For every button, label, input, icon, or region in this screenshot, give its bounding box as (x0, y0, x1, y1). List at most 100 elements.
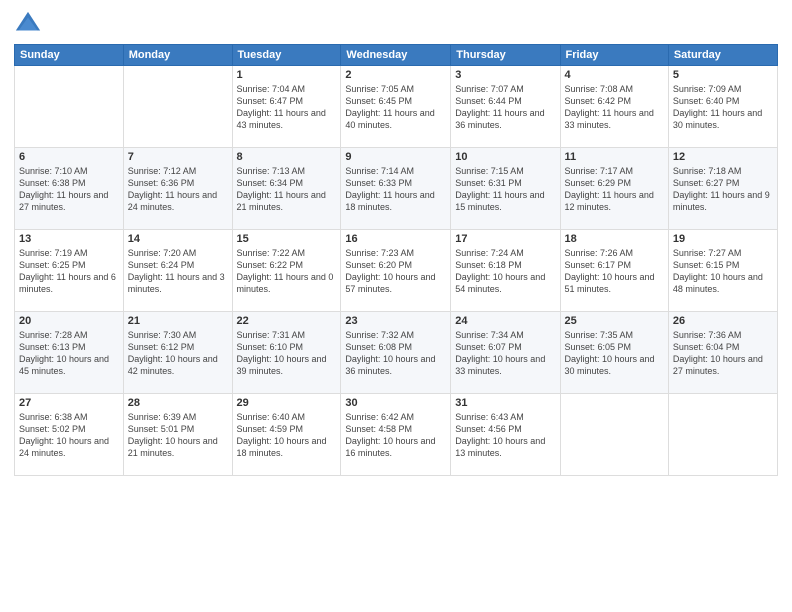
calendar-cell: 20 Sunrise: 7:28 AM Sunset: 6:13 PM Dayli… (15, 312, 124, 394)
calendar-cell: 19 Sunrise: 7:27 AM Sunset: 6:15 PM Dayli… (668, 230, 777, 312)
logo-icon (14, 10, 42, 38)
day-info: Sunrise: 7:10 AM Sunset: 6:38 PM Dayligh… (19, 165, 119, 214)
page-container: SundayMondayTuesdayWednesdayThursdayFrid… (0, 0, 792, 484)
day-info: Sunrise: 6:39 AM Sunset: 5:01 PM Dayligh… (128, 411, 228, 460)
calendar-cell: 25 Sunrise: 7:35 AM Sunset: 6:05 PM Dayli… (560, 312, 668, 394)
calendar-cell: 15 Sunrise: 7:22 AM Sunset: 6:22 PM Dayli… (232, 230, 341, 312)
day-number: 15 (237, 233, 337, 245)
calendar-cell: 7Sunrise: 7:12 AM Sunset: 6:36 PM Daylig… (123, 148, 232, 230)
calendar-cell: 16 Sunrise: 7:23 AM Sunset: 6:20 PM Dayli… (341, 230, 451, 312)
day-number: 29 (237, 397, 337, 409)
day-info: Sunrise: 7:27 AM Sunset: 6:15 PM Dayligh… (673, 247, 773, 296)
day-number: 2 (345, 69, 446, 81)
day-info: Sunrise: 7:13 AM Sunset: 6:34 PM Dayligh… (237, 165, 337, 214)
day-info: Sunrise: 7:08 AM Sunset: 6:42 PM Dayligh… (565, 83, 664, 132)
day-info: Sunrise: 6:40 AM Sunset: 4:59 PM Dayligh… (237, 411, 337, 460)
calendar-cell (560, 394, 668, 476)
day-info: Sunrise: 7:07 AM Sunset: 6:44 PM Dayligh… (455, 83, 555, 132)
day-number: 30 (345, 397, 446, 409)
calendar-week-row: 27 Sunrise: 6:38 AM Sunset: 5:02 PM Dayli… (15, 394, 778, 476)
calendar-cell (668, 394, 777, 476)
day-info: Sunrise: 7:19 AM Sunset: 6:25 PM Dayligh… (19, 247, 119, 296)
calendar-cell: 6Sunrise: 7:10 AM Sunset: 6:38 PM Daylig… (15, 148, 124, 230)
day-number: 19 (673, 233, 773, 245)
day-info: Sunrise: 7:34 AM Sunset: 6:07 PM Dayligh… (455, 329, 555, 378)
day-number: 26 (673, 315, 773, 327)
calendar-cell: 26Sunrise: 7:36 AM Sunset: 6:04 PM Dayli… (668, 312, 777, 394)
day-number: 25 (565, 315, 664, 327)
day-info: Sunrise: 7:12 AM Sunset: 6:36 PM Dayligh… (128, 165, 228, 214)
calendar-week-row: 13 Sunrise: 7:19 AM Sunset: 6:25 PM Dayli… (15, 230, 778, 312)
day-info: Sunrise: 7:22 AM Sunset: 6:22 PM Dayligh… (237, 247, 337, 296)
day-info: Sunrise: 7:15 AM Sunset: 6:31 PM Dayligh… (455, 165, 555, 214)
calendar-cell: 10 Sunrise: 7:15 AM Sunset: 6:31 PM Dayli… (451, 148, 560, 230)
weekday-header: Thursday (451, 45, 560, 66)
calendar-cell: 1 Sunrise: 7:04 AM Sunset: 6:47 PM Daylig… (232, 66, 341, 148)
day-number: 16 (345, 233, 446, 245)
weekday-header: Monday (123, 45, 232, 66)
day-info: Sunrise: 7:04 AM Sunset: 6:47 PM Dayligh… (237, 83, 337, 132)
weekday-header: Saturday (668, 45, 777, 66)
calendar-cell: 23 Sunrise: 7:32 AM Sunset: 6:08 PM Dayli… (341, 312, 451, 394)
calendar-cell: 22Sunrise: 7:31 AM Sunset: 6:10 PM Dayli… (232, 312, 341, 394)
calendar-cell: 12 Sunrise: 7:18 AM Sunset: 6:27 PM Dayli… (668, 148, 777, 230)
day-info: Sunrise: 6:38 AM Sunset: 5:02 PM Dayligh… (19, 411, 119, 460)
calendar-cell: 28 Sunrise: 6:39 AM Sunset: 5:01 PM Dayli… (123, 394, 232, 476)
day-number: 13 (19, 233, 119, 245)
day-info: Sunrise: 7:05 AM Sunset: 6:45 PM Dayligh… (345, 83, 446, 132)
calendar-cell: 14 Sunrise: 7:20 AM Sunset: 6:24 PM Dayli… (123, 230, 232, 312)
day-number: 22 (237, 315, 337, 327)
day-info: Sunrise: 7:26 AM Sunset: 6:17 PM Dayligh… (565, 247, 664, 296)
day-number: 17 (455, 233, 555, 245)
calendar-cell: 31Sunrise: 6:43 AM Sunset: 4:56 PM Dayli… (451, 394, 560, 476)
calendar-cell (123, 66, 232, 148)
weekday-header: Sunday (15, 45, 124, 66)
day-number: 3 (455, 69, 555, 81)
day-info: Sunrise: 7:24 AM Sunset: 6:18 PM Dayligh… (455, 247, 555, 296)
calendar-cell: 11Sunrise: 7:17 AM Sunset: 6:29 PM Dayli… (560, 148, 668, 230)
day-info: Sunrise: 7:28 AM Sunset: 6:13 PM Dayligh… (19, 329, 119, 378)
weekday-header: Friday (560, 45, 668, 66)
calendar-cell: 2 Sunrise: 7:05 AM Sunset: 6:45 PM Daylig… (341, 66, 451, 148)
day-number: 8 (237, 151, 337, 163)
day-info: Sunrise: 7:20 AM Sunset: 6:24 PM Dayligh… (128, 247, 228, 296)
day-number: 23 (345, 315, 446, 327)
calendar-week-row: 1 Sunrise: 7:04 AM Sunset: 6:47 PM Daylig… (15, 66, 778, 148)
day-number: 1 (237, 69, 337, 81)
day-info: Sunrise: 7:18 AM Sunset: 6:27 PM Dayligh… (673, 165, 773, 214)
calendar-cell: 27 Sunrise: 6:38 AM Sunset: 5:02 PM Dayli… (15, 394, 124, 476)
day-number: 18 (565, 233, 664, 245)
day-number: 24 (455, 315, 555, 327)
day-number: 12 (673, 151, 773, 163)
day-info: Sunrise: 7:14 AM Sunset: 6:33 PM Dayligh… (345, 165, 446, 214)
calendar-week-row: 20 Sunrise: 7:28 AM Sunset: 6:13 PM Dayli… (15, 312, 778, 394)
weekday-header: Wednesday (341, 45, 451, 66)
day-number: 10 (455, 151, 555, 163)
day-number: 21 (128, 315, 228, 327)
header (14, 10, 778, 38)
day-number: 20 (19, 315, 119, 327)
day-info: Sunrise: 7:17 AM Sunset: 6:29 PM Dayligh… (565, 165, 664, 214)
day-info: Sunrise: 7:23 AM Sunset: 6:20 PM Dayligh… (345, 247, 446, 296)
calendar-cell: 13 Sunrise: 7:19 AM Sunset: 6:25 PM Dayli… (15, 230, 124, 312)
day-info: Sunrise: 7:35 AM Sunset: 6:05 PM Dayligh… (565, 329, 664, 378)
day-number: 27 (19, 397, 119, 409)
day-number: 28 (128, 397, 228, 409)
calendar-cell: 29 Sunrise: 6:40 AM Sunset: 4:59 PM Dayli… (232, 394, 341, 476)
day-info: Sunrise: 6:42 AM Sunset: 4:58 PM Dayligh… (345, 411, 446, 460)
day-info: Sunrise: 6:43 AM Sunset: 4:56 PM Dayligh… (455, 411, 555, 460)
calendar-cell: 3 Sunrise: 7:07 AM Sunset: 6:44 PM Daylig… (451, 66, 560, 148)
calendar-cell: 5 Sunrise: 7:09 AM Sunset: 6:40 PM Daylig… (668, 66, 777, 148)
calendar-cell: 24 Sunrise: 7:34 AM Sunset: 6:07 PM Dayli… (451, 312, 560, 394)
day-info: Sunrise: 7:32 AM Sunset: 6:08 PM Dayligh… (345, 329, 446, 378)
calendar-cell (15, 66, 124, 148)
calendar-cell: 30 Sunrise: 6:42 AM Sunset: 4:58 PM Dayli… (341, 394, 451, 476)
day-info: Sunrise: 7:09 AM Sunset: 6:40 PM Dayligh… (673, 83, 773, 132)
day-number: 14 (128, 233, 228, 245)
logo (14, 10, 46, 38)
calendar-week-row: 6Sunrise: 7:10 AM Sunset: 6:38 PM Daylig… (15, 148, 778, 230)
weekday-header: Tuesday (232, 45, 341, 66)
day-number: 5 (673, 69, 773, 81)
calendar-cell: 9Sunrise: 7:14 AM Sunset: 6:33 PM Daylig… (341, 148, 451, 230)
calendar-cell: 21Sunrise: 7:30 AM Sunset: 6:12 PM Dayli… (123, 312, 232, 394)
